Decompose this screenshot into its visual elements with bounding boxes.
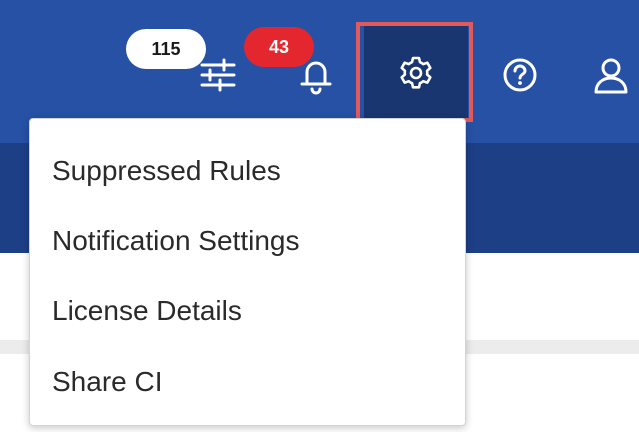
- menu-item-notification-settings[interactable]: Notification Settings: [52, 224, 299, 258]
- settings-dropdown-menu: Suppressed Rules Notification Settings L…: [29, 118, 466, 426]
- settings-button[interactable]: [364, 26, 468, 120]
- user-icon: [594, 58, 627, 94]
- menu-item-license-details[interactable]: License Details: [52, 294, 242, 328]
- menu-item-share-ci[interactable]: Share CI: [52, 365, 163, 399]
- sliders-icon: [200, 58, 236, 92]
- question-circle-icon: [503, 58, 537, 92]
- menu-item-suppressed-rules[interactable]: Suppressed Rules: [52, 154, 281, 188]
- user-profile-button[interactable]: [582, 40, 639, 110]
- gear-icon: [400, 56, 432, 89]
- filter-count-badge: 115: [126, 29, 206, 69]
- notification-count-badge: 43: [244, 27, 314, 67]
- help-button[interactable]: [488, 40, 552, 110]
